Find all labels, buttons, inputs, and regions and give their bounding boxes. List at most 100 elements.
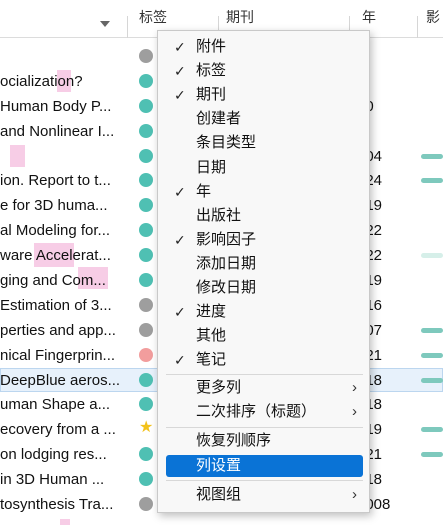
- menu-item-column-toggle[interactable]: ✓ 进度: [166, 301, 363, 323]
- menu-item-label: 期刊: [196, 86, 227, 104]
- row-title: al Modeling for...: [0, 222, 111, 240]
- impact-bar: [421, 452, 443, 458]
- menu-item-label: 标签: [196, 62, 227, 80]
- star-icon: ★: [139, 419, 154, 437]
- row-title: and Nonlinear I...: [0, 122, 115, 140]
- row-title: in 3D Human ...: [0, 471, 105, 489]
- tag-color-dot: [139, 397, 153, 412]
- row-title: ocialization?: [0, 72, 83, 90]
- highlight-mark: [60, 519, 70, 525]
- tag-color-dot: [139, 497, 153, 512]
- menu-item-column-toggle[interactable]: ✓ 标签: [166, 60, 363, 82]
- impact-bar: [421, 153, 443, 159]
- chevron-down-icon[interactable]: [100, 21, 110, 27]
- impact-bar: [421, 427, 443, 433]
- menu-item-label: 二次排序（标题）: [196, 403, 317, 420]
- row-title: [0, 44, 138, 69]
- menu-item-column-toggle[interactable]: 添加日期: [166, 253, 363, 275]
- tag-color-dot: [139, 173, 153, 188]
- menu-item-column-toggle[interactable]: ✓ 笔记: [166, 349, 363, 371]
- menu-item-secondary-sort[interactable]: 二次排序（标题） ›: [166, 401, 363, 423]
- menu-item-more-columns[interactable]: 更多列 ›: [166, 377, 363, 399]
- impact-bar: [421, 327, 443, 333]
- tag-color-dot: [139, 372, 153, 387]
- column-separator[interactable]: [127, 16, 128, 38]
- impact-bar: [421, 377, 443, 383]
- impact-bar: [421, 352, 443, 358]
- menu-item-label: 日期: [196, 158, 227, 176]
- tag-color-dot: [139, 148, 153, 163]
- menu-item-label: 其他: [196, 327, 227, 345]
- menu-item-column-toggle[interactable]: 其他: [166, 325, 363, 347]
- tag-color-dot: [139, 248, 153, 263]
- menu-item-label: 进度: [196, 303, 227, 321]
- tag-color-dot: [139, 447, 153, 462]
- menu-item-label: 创建者: [196, 110, 242, 128]
- row-title: [0, 144, 138, 169]
- menu-item-column-toggle[interactable]: 出版社: [166, 205, 363, 227]
- tag-color-dot: [139, 472, 153, 487]
- tag-color-dot: [139, 273, 153, 288]
- menu-item-label: 笔记: [196, 351, 227, 369]
- row-title: e for 3D huma...: [0, 197, 108, 215]
- checkmark-icon: ✓: [174, 304, 186, 321]
- menu-separator: [166, 374, 363, 375]
- menu-item-label: 更多列: [196, 379, 242, 396]
- impact-bar: [421, 253, 443, 259]
- checkmark-icon: ✓: [174, 183, 186, 200]
- tag-color-dot: [139, 73, 153, 88]
- row-title: ware Accelerat...: [0, 247, 111, 265]
- row-title: Human Body P...: [0, 97, 112, 115]
- row-title: uman Shape a...: [0, 396, 111, 414]
- row-title: ecovery from a ...: [0, 421, 116, 439]
- menu-item-column-toggle[interactable]: 修改日期: [166, 277, 363, 299]
- menu-item-column-toggle[interactable]: ✓ 附件: [166, 36, 363, 58]
- checkmark-icon: ✓: [174, 63, 186, 80]
- menu-item-label: 附件: [196, 38, 227, 55]
- menu-item-label: 视图组: [196, 486, 242, 503]
- checkmark-icon: ✓: [174, 231, 186, 248]
- menu-item-column-toggle[interactable]: 日期: [166, 157, 363, 179]
- menu-item-column-toggle[interactable]: ✓ 期刊: [166, 84, 363, 106]
- chevron-right-icon: ›: [352, 379, 357, 396]
- checkmark-icon: ✓: [174, 352, 186, 369]
- menu-item-label: 出版社: [196, 206, 242, 224]
- row-title: DeepBlue aeros...: [0, 371, 121, 389]
- menu-item-label: 年: [196, 182, 212, 200]
- row-title: ion. Report to t...: [0, 172, 111, 190]
- tag-color-dot: [139, 123, 153, 138]
- menu-item-column-toggle[interactable]: 创建者: [166, 108, 363, 130]
- impact-bar: [421, 178, 443, 184]
- row-title: Estimation of 3...: [0, 296, 112, 314]
- column-separator[interactable]: [417, 16, 418, 38]
- menu-item-restore-order[interactable]: 恢复列顺序: [166, 430, 363, 452]
- menu-item-column-settings[interactable]: 列设置: [166, 455, 363, 477]
- tag-color-dot: [139, 347, 153, 362]
- menu-item-column-toggle[interactable]: ✓ 影响因子: [166, 229, 363, 251]
- tag-color-dot: [139, 98, 153, 113]
- column-header-impact[interactable]: 影: [426, 0, 440, 38]
- menu-item-label: 修改日期: [196, 279, 257, 296]
- chevron-right-icon: ›: [352, 486, 357, 503]
- menu-item-label: 恢复列顺序: [196, 432, 272, 449]
- tag-color-dot: [139, 223, 153, 238]
- tag-color-dot: [139, 322, 153, 337]
- menu-item-label: 添加日期: [196, 254, 257, 272]
- checkmark-icon: ✓: [174, 39, 186, 55]
- menu-separator: [166, 427, 363, 428]
- row-title: ging and Com...: [0, 272, 106, 290]
- row-title: perties and app...: [0, 321, 116, 339]
- menu-item-label: 列设置: [196, 457, 242, 474]
- menu-separator: [166, 480, 363, 481]
- row-title: tosynthesis Tra...: [0, 496, 114, 514]
- row-title: on lodging res...: [0, 446, 107, 464]
- menu-item-label: 影响因子: [196, 230, 257, 248]
- tag-color-dot: [139, 198, 153, 213]
- checkmark-icon: ✓: [174, 87, 186, 104]
- chevron-right-icon: ›: [352, 403, 357, 420]
- menu-item-column-toggle[interactable]: ✓ 年: [166, 181, 363, 203]
- tag-color-dot: [139, 49, 153, 63]
- menu-item-view-group[interactable]: 视图组 ›: [166, 484, 363, 506]
- menu-item-column-toggle[interactable]: 条目类型: [166, 132, 363, 154]
- menu-item-label: 条目类型: [196, 134, 257, 152]
